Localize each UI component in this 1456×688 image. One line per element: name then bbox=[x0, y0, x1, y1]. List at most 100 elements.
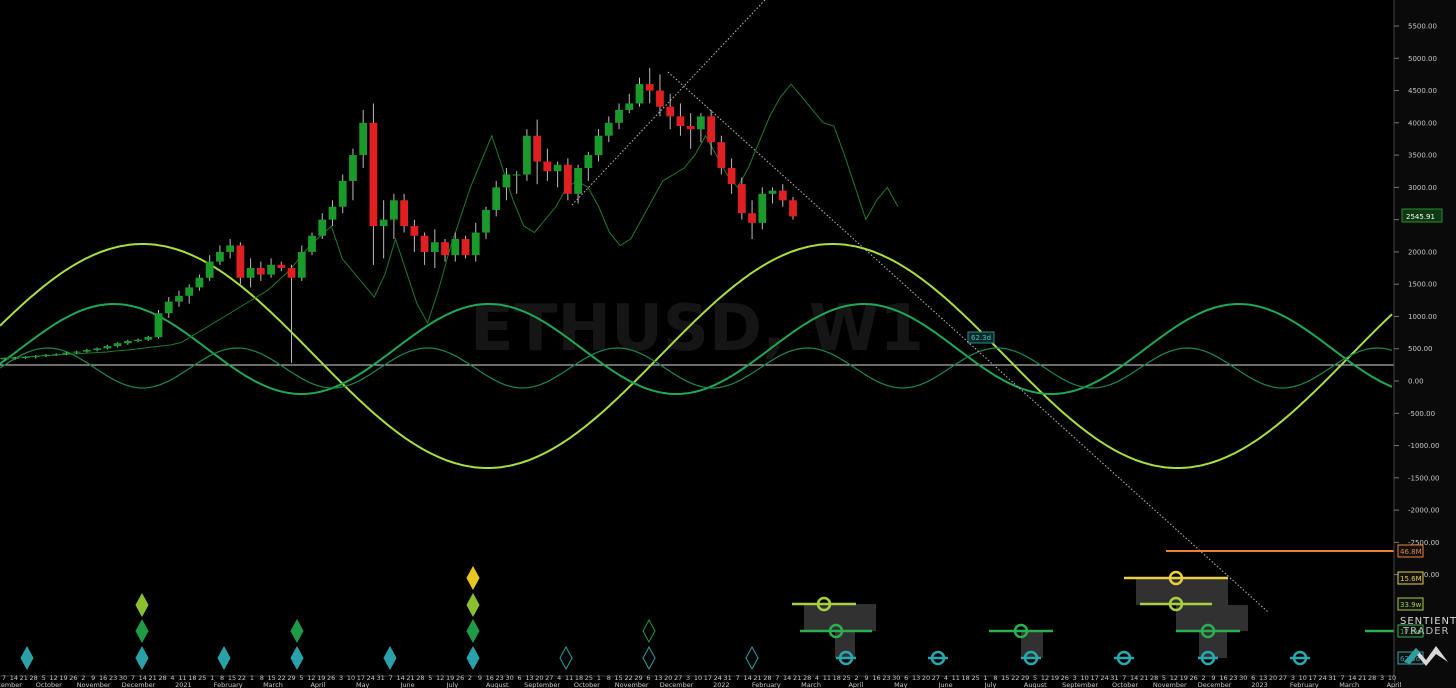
month-tick-label: July bbox=[446, 681, 459, 688]
svg-text:33.9w: 33.9w bbox=[1400, 601, 1422, 609]
month-tick-label: April bbox=[848, 681, 863, 688]
last-price-label: 2545.91 bbox=[1406, 213, 1435, 221]
date-tick-label: 16 bbox=[872, 674, 880, 682]
date-tick-label: 27 bbox=[1279, 674, 1287, 682]
price-tick-label: 4000.00 bbox=[1408, 119, 1437, 127]
date-tick-label: 21 bbox=[793, 674, 801, 682]
date-tick-label: 8 bbox=[607, 674, 611, 682]
date-tick-label: 5 bbox=[428, 674, 432, 682]
month-tick-label: December bbox=[122, 681, 156, 688]
date-tick-label: 28 bbox=[158, 674, 166, 682]
price-tick-label: 0.00 bbox=[1408, 378, 1424, 386]
date-tick-label: 28 bbox=[1368, 674, 1376, 682]
month-tick-label: October bbox=[574, 681, 600, 688]
price-tick-label: 3000.00 bbox=[1408, 184, 1437, 192]
month-tick-label: April bbox=[1387, 681, 1402, 688]
date-tick-label: 14 bbox=[783, 674, 791, 682]
month-tick-label: 2021 bbox=[175, 681, 192, 688]
date-tick-label: 10 bbox=[347, 674, 355, 682]
wave-cycle-tag: 62.3d bbox=[967, 331, 995, 344]
date-tick-label: 12 bbox=[436, 674, 444, 682]
date-tick-label: 21 bbox=[1140, 674, 1148, 682]
month-tick-label: October bbox=[1112, 681, 1138, 688]
month-tick-label: February bbox=[1290, 681, 1319, 688]
date-tick-label: 30 bbox=[1239, 674, 1247, 682]
date-tick-label: 28 bbox=[416, 674, 424, 682]
chart-canvas: ETHUSD, W1 62.3d 5500.005000.004500.0040… bbox=[0, 0, 1456, 688]
date-tick-label: 26 bbox=[327, 674, 335, 682]
price-tick-label: 4500.00 bbox=[1408, 87, 1437, 95]
date-tick-label: 11 bbox=[565, 674, 573, 682]
price-tick-label: 5500.00 bbox=[1408, 23, 1437, 31]
date-tick-label: 19 bbox=[1051, 674, 1059, 682]
month-tick-label: March bbox=[1339, 681, 1359, 688]
date-tick-label: 24 bbox=[1100, 674, 1108, 682]
price-tick-label: -1500.00 bbox=[1408, 474, 1439, 482]
price-tick-label: -1000.00 bbox=[1408, 442, 1439, 450]
date-tick-label: 11 bbox=[823, 674, 831, 682]
price-tick-label: 2000.00 bbox=[1408, 248, 1437, 256]
price-tick-label: 5000.00 bbox=[1408, 55, 1437, 63]
date-tick-label: 17 bbox=[704, 674, 712, 682]
month-tick-label: June bbox=[938, 681, 953, 688]
month-tick-label: February bbox=[752, 681, 781, 688]
cycle-period-tag: 33.9w bbox=[1397, 597, 1424, 611]
month-tick-label: September bbox=[524, 681, 560, 688]
date-tick-label: 26 bbox=[1190, 674, 1198, 682]
date-tick-label: 25 bbox=[971, 674, 979, 682]
month-tick-label: December bbox=[660, 681, 694, 688]
date-tick-label: 18 bbox=[962, 674, 970, 682]
month-tick-label: May bbox=[894, 681, 908, 688]
month-tick-label: June bbox=[399, 681, 414, 688]
date-tick-label: 14 bbox=[743, 674, 751, 682]
date-tick-label: 20 bbox=[922, 674, 930, 682]
date-tick-label: 23 bbox=[882, 674, 890, 682]
month-tick-label: September bbox=[0, 681, 22, 688]
price-tick-label: -500.00 bbox=[1408, 410, 1435, 418]
month-tick-label: December bbox=[1198, 681, 1232, 688]
month-tick-label: March bbox=[801, 681, 821, 688]
date-tick-label: 22 bbox=[1011, 674, 1019, 682]
date-tick-label: 7 bbox=[389, 674, 393, 682]
date-tick-label: 6 bbox=[517, 674, 521, 682]
date-tick-label: 15 bbox=[1001, 674, 1009, 682]
date-tick-label: 18 bbox=[833, 674, 841, 682]
month-tick-label: July bbox=[984, 681, 997, 688]
month-tick-label: August bbox=[486, 681, 509, 688]
month-tick-label: February bbox=[214, 681, 243, 688]
cycle-period-tag: 15.6M bbox=[1397, 571, 1424, 585]
month-tick-label: September bbox=[1062, 681, 1098, 688]
svg-text:46.8M: 46.8M bbox=[1400, 548, 1422, 556]
month-tick-label: November bbox=[1153, 681, 1187, 688]
month-tick-label: 2023 bbox=[1251, 681, 1268, 688]
date-tick-label: 31 bbox=[1328, 674, 1336, 682]
date-tick-label: 2 bbox=[468, 674, 472, 682]
cycle-period-tag: 46.8M bbox=[1397, 544, 1424, 558]
price-tick-label: 500.00 bbox=[1408, 345, 1433, 353]
date-tick-label: 3 bbox=[1380, 674, 1384, 682]
candle bbox=[789, 197, 797, 220]
date-tick-label: 5 bbox=[299, 674, 303, 682]
date-tick-label: 20 bbox=[1269, 674, 1277, 682]
price-tick-label: 1500.00 bbox=[1408, 281, 1437, 289]
date-tick-label: 11 bbox=[952, 674, 960, 682]
price-tick-label: 1000.00 bbox=[1408, 313, 1437, 321]
candle bbox=[308, 232, 316, 256]
month-tick-label: 2022 bbox=[713, 681, 730, 688]
date-tick-label: 1 bbox=[250, 674, 254, 682]
wave-cycle-tag-label: 62.3d bbox=[971, 334, 991, 342]
date-tick-label: 4 bbox=[170, 674, 174, 682]
date-tick-label: 3 bbox=[339, 674, 343, 682]
price-axis-bg bbox=[1394, 0, 1456, 688]
date-tick-label: 29 bbox=[287, 674, 295, 682]
date-tick-label: 25 bbox=[198, 674, 206, 682]
month-tick-label: May bbox=[356, 681, 370, 688]
month-tick-label: October bbox=[36, 681, 62, 688]
candle bbox=[154, 310, 163, 339]
svg-text:15.6M: 15.6M bbox=[1400, 575, 1422, 583]
price-tick-label: -2000.00 bbox=[1408, 507, 1439, 515]
candle bbox=[523, 129, 531, 181]
date-tick-label: 9 bbox=[478, 674, 482, 682]
month-tick-label: August bbox=[1024, 681, 1047, 688]
last-price-marker: 2545.91 bbox=[1401, 208, 1443, 223]
